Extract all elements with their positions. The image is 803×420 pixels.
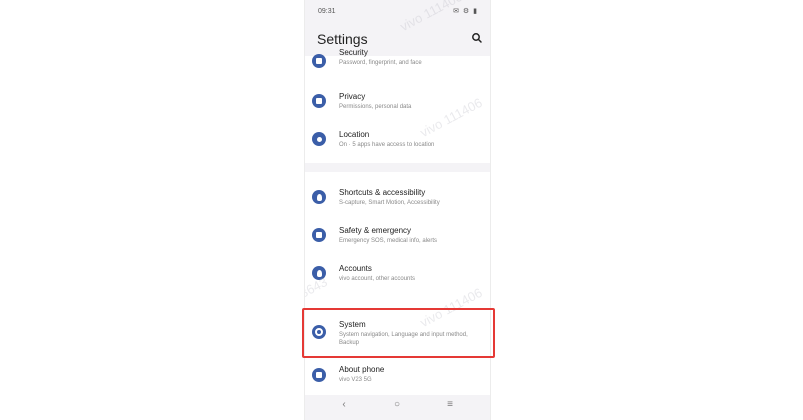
page-title: Settings	[317, 31, 368, 47]
system-highlight-box	[302, 308, 495, 358]
settings-item-about-phone[interactable]: About phone vivo V23 5G	[305, 359, 490, 391]
settings-item-shortcuts-accessibility[interactable]: Shortcuts & accessibility S-capture, Sma…	[305, 180, 490, 212]
status-icons: ✉ ⚙ ▮	[453, 8, 478, 15]
search-icon[interactable]	[470, 31, 484, 45]
status-bar: 09:31 ✉ ⚙ ▮	[305, 0, 490, 22]
settings-item-subtitle: Password, fingerprint, and face	[339, 60, 422, 66]
settings-item-subtitle: vivo V23 5G	[339, 377, 372, 383]
emergency-icon	[312, 228, 326, 242]
lock-icon	[312, 94, 326, 108]
settings-item-location[interactable]: Location On · 5 apps have access to loca…	[305, 124, 490, 156]
settings-group-2: Shortcuts & accessibility S-capture, Sma…	[305, 172, 490, 395]
settings-item-subtitle: vivo account, other accounts	[339, 276, 416, 282]
settings-item-subtitle: S-capture, Smart Motion, Accessibility	[339, 200, 440, 206]
location-pin-icon	[312, 132, 326, 146]
settings-item-label: Security	[339, 48, 368, 57]
phone-icon	[312, 368, 326, 382]
settings-item-label: Accounts	[339, 264, 372, 273]
settings-item-accounts[interactable]: Accounts vivo account, other accounts	[305, 256, 490, 288]
settings-item-label: Privacy	[339, 92, 366, 101]
recents-icon[interactable]: ≡	[440, 398, 460, 412]
settings-item-label: Safety & emergency	[339, 226, 412, 235]
settings-item-safety-emergency[interactable]: Safety & emergency Emergency SOS, medica…	[305, 218, 490, 250]
settings-item-subtitle: Emergency SOS, medical info, alerts	[339, 238, 438, 244]
settings-item-subtitle: Permissions, personal data	[339, 104, 412, 110]
settings-item-label: Shortcuts & accessibility	[339, 188, 426, 197]
settings-item-label: Location	[339, 130, 370, 139]
shield-icon	[312, 54, 326, 68]
settings-item-privacy[interactable]: Privacy Permissions, personal data	[305, 86, 490, 118]
back-icon[interactable]: ‹	[334, 398, 354, 412]
home-icon[interactable]: ○	[387, 398, 407, 412]
settings-item-label: About phone	[339, 365, 385, 374]
settings-group-1: Security Password, fingerprint, and face…	[305, 48, 490, 163]
settings-item-subtitle: On · 5 apps have access to location	[339, 142, 435, 148]
key-icon	[312, 266, 326, 280]
navigation-bar: ‹ ○ ≡	[305, 395, 490, 420]
status-time: 09:31	[318, 8, 336, 15]
settings-item-security[interactable]: Security Password, fingerprint, and face	[305, 48, 490, 74]
accessibility-icon	[312, 190, 326, 204]
